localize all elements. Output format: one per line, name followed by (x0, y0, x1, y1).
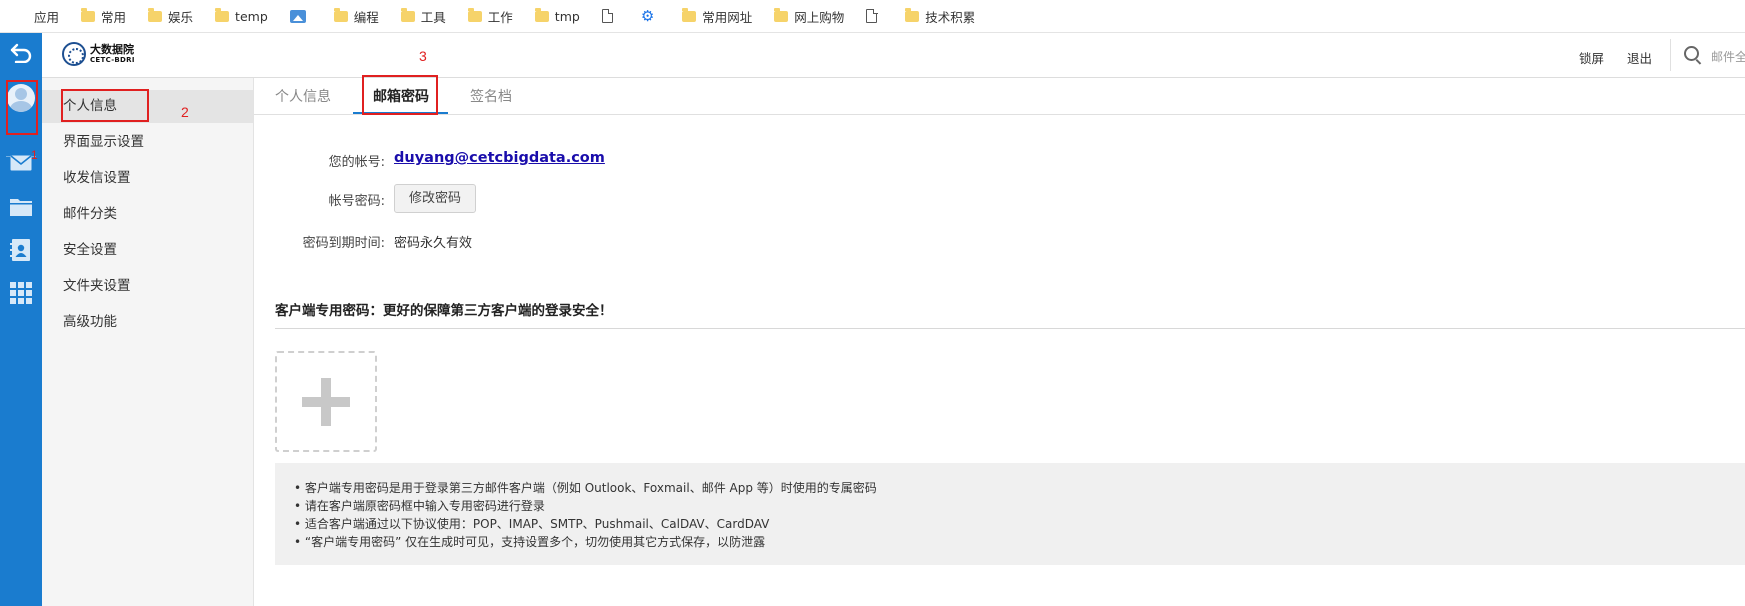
expiry-value: 密码永久有效 (394, 236, 473, 251)
note-item: • 客户端专用密码是用于登录第三方邮件客户端（例如 Outlook、Foxmai… (294, 481, 877, 495)
folder-icon (81, 7, 96, 22)
sidebar-item-folders[interactable]: 文件夹设置 (42, 270, 253, 303)
bookmark-label: tmp (554, 8, 580, 24)
folder-icon (905, 7, 920, 22)
folder-icon (10, 199, 32, 216)
folder-icon (400, 7, 415, 22)
section-divider (275, 328, 1745, 329)
image-icon (289, 9, 306, 23)
tab-signature[interactable]: 签名档 (470, 86, 512, 106)
folder-icon (215, 7, 230, 22)
bookmark-folder[interactable]: 娱乐 (148, 7, 193, 26)
plus-icon (321, 378, 331, 426)
header-divider (1670, 39, 1671, 71)
bookmark-label: temp (235, 8, 268, 24)
tab-personal-info[interactable]: 个人信息 (275, 86, 331, 106)
bookmark-folder[interactable]: tmp (534, 7, 580, 24)
lock-screen-link[interactable]: 锁屏 (1579, 48, 1604, 67)
gear-icon: ⚙ (640, 6, 655, 25)
expiry-label: 密码到期时间: (302, 236, 385, 251)
sidebar-item-display[interactable]: 界面显示设置 (42, 126, 253, 159)
bookmark-page[interactable] (601, 8, 619, 23)
bookmark-label: 应用 (34, 9, 60, 25)
bookmark-label: 技术积累 (925, 9, 976, 25)
folder-icon (774, 7, 789, 22)
annotation-box-3 (362, 75, 438, 115)
change-password-button[interactable]: 修改密码 (394, 184, 476, 213)
logo-text: 大数据院 (90, 42, 134, 56)
search-input[interactable]: 邮件全 (1711, 48, 1745, 65)
back-icon (10, 43, 32, 63)
folder-icon (534, 7, 549, 22)
bookmark-settings[interactable]: ⚙ (640, 6, 660, 25)
bookmark-folder[interactable]: 常用 (81, 7, 126, 26)
contacts-icon (10, 239, 30, 261)
bookmark-folder[interactable]: 常用网址 (682, 7, 752, 26)
bookmark-folder[interactable]: temp (215, 7, 268, 24)
sidebar-item-advanced[interactable]: 高级功能 (42, 306, 253, 339)
page-icon (866, 8, 878, 23)
bookmark-label: 工具 (420, 9, 446, 25)
back-button[interactable] (0, 38, 42, 68)
logo[interactable]: 大数据院 CETC-BDRI (62, 42, 135, 66)
bookmark-label: 网上购物 (794, 9, 845, 25)
bookmark-image[interactable] (289, 9, 312, 23)
bookmark-label: 常用网址 (702, 9, 753, 25)
logo-mark-icon (62, 42, 86, 66)
apps-button[interactable] (0, 280, 42, 306)
annotation-number-1: 1 (31, 148, 38, 162)
note-item: • 请在客户端原密码框中输入专用密码进行登录 (294, 499, 545, 513)
sidebar-item-categories[interactable]: 邮件分类 (42, 198, 253, 231)
folder-icon (333, 7, 348, 22)
logo-subtext: CETC-BDRI (90, 55, 135, 64)
logout-link[interactable]: 退出 (1627, 48, 1652, 67)
annotation-box-1 (6, 80, 38, 135)
folder-icon (467, 7, 482, 22)
page-icon (601, 8, 614, 23)
settings-sidebar: 个人信息 界面显示设置 收发信设置 邮件分类 安全设置 文件夹设置 高级功能 (42, 78, 254, 606)
bookmark-label: 常用 (101, 9, 127, 25)
mail-icon (10, 155, 32, 171)
bookmark-apps[interactable]: 应用 (14, 7, 59, 26)
contacts-button[interactable] (0, 237, 42, 263)
folder-icon (148, 7, 163, 22)
bookmarks-bar: 应用 常用 娱乐 temp 编程 工具 工作 tmp ⚙ 常用网址 网上购物 技… (0, 0, 1745, 33)
annotation-number-2: 2 (181, 104, 189, 120)
note-item: • “客户端专用密码” 仅在生成时可见，支持设置多个，切勿使用其它方式保存，以防… (294, 535, 766, 549)
folders-button[interactable] (0, 193, 42, 219)
apps-grid-icon (14, 9, 28, 23)
apps-icon (10, 282, 32, 304)
annotation-number-3: 3 (419, 48, 427, 64)
bookmark-folder[interactable]: 工作 (467, 7, 513, 26)
bookmark-folder[interactable]: 工具 (400, 7, 446, 26)
account-label: 您的帐号: (328, 155, 385, 170)
note-item: • 适合客户端通过以下协议使用：POP、IMAP、SMTP、Pushmail、C… (294, 517, 770, 531)
folder-icon (682, 7, 697, 22)
password-label: 帐号密码: (328, 194, 385, 209)
account-email-link[interactable]: duyang@cetcbigdata.com (394, 150, 605, 166)
bookmark-page[interactable] (866, 8, 883, 23)
client-password-notes: • 客户端专用密码是用于登录第三方邮件客户端（例如 Outlook、Foxmai… (275, 463, 1745, 565)
add-client-password-button[interactable] (275, 351, 377, 452)
bookmark-label: 编程 (353, 9, 379, 25)
annotation-box-2 (61, 89, 149, 122)
bookmark-folder[interactable]: 网上购物 (774, 7, 844, 26)
bookmark-label: 工作 (487, 9, 513, 25)
bookmark-folder[interactable]: 编程 (333, 7, 379, 26)
bookmark-label: 娱乐 (168, 9, 194, 25)
bookmark-folder[interactable]: 技术积累 (905, 7, 975, 26)
sidebar-item-send-receive[interactable]: 收发信设置 (42, 162, 253, 195)
top-header: 大数据院 CETC-BDRI 锁屏 退出 邮件全 (42, 33, 1745, 78)
settings-tabs: 个人信息 邮箱密码 签名档 (254, 78, 1745, 115)
client-password-title: 客户端专用密码：更好的保障第三方客户端的登录安全！ (275, 303, 613, 319)
sidebar-item-security[interactable]: 安全设置 (42, 234, 253, 267)
search-icon[interactable] (1684, 46, 1699, 61)
